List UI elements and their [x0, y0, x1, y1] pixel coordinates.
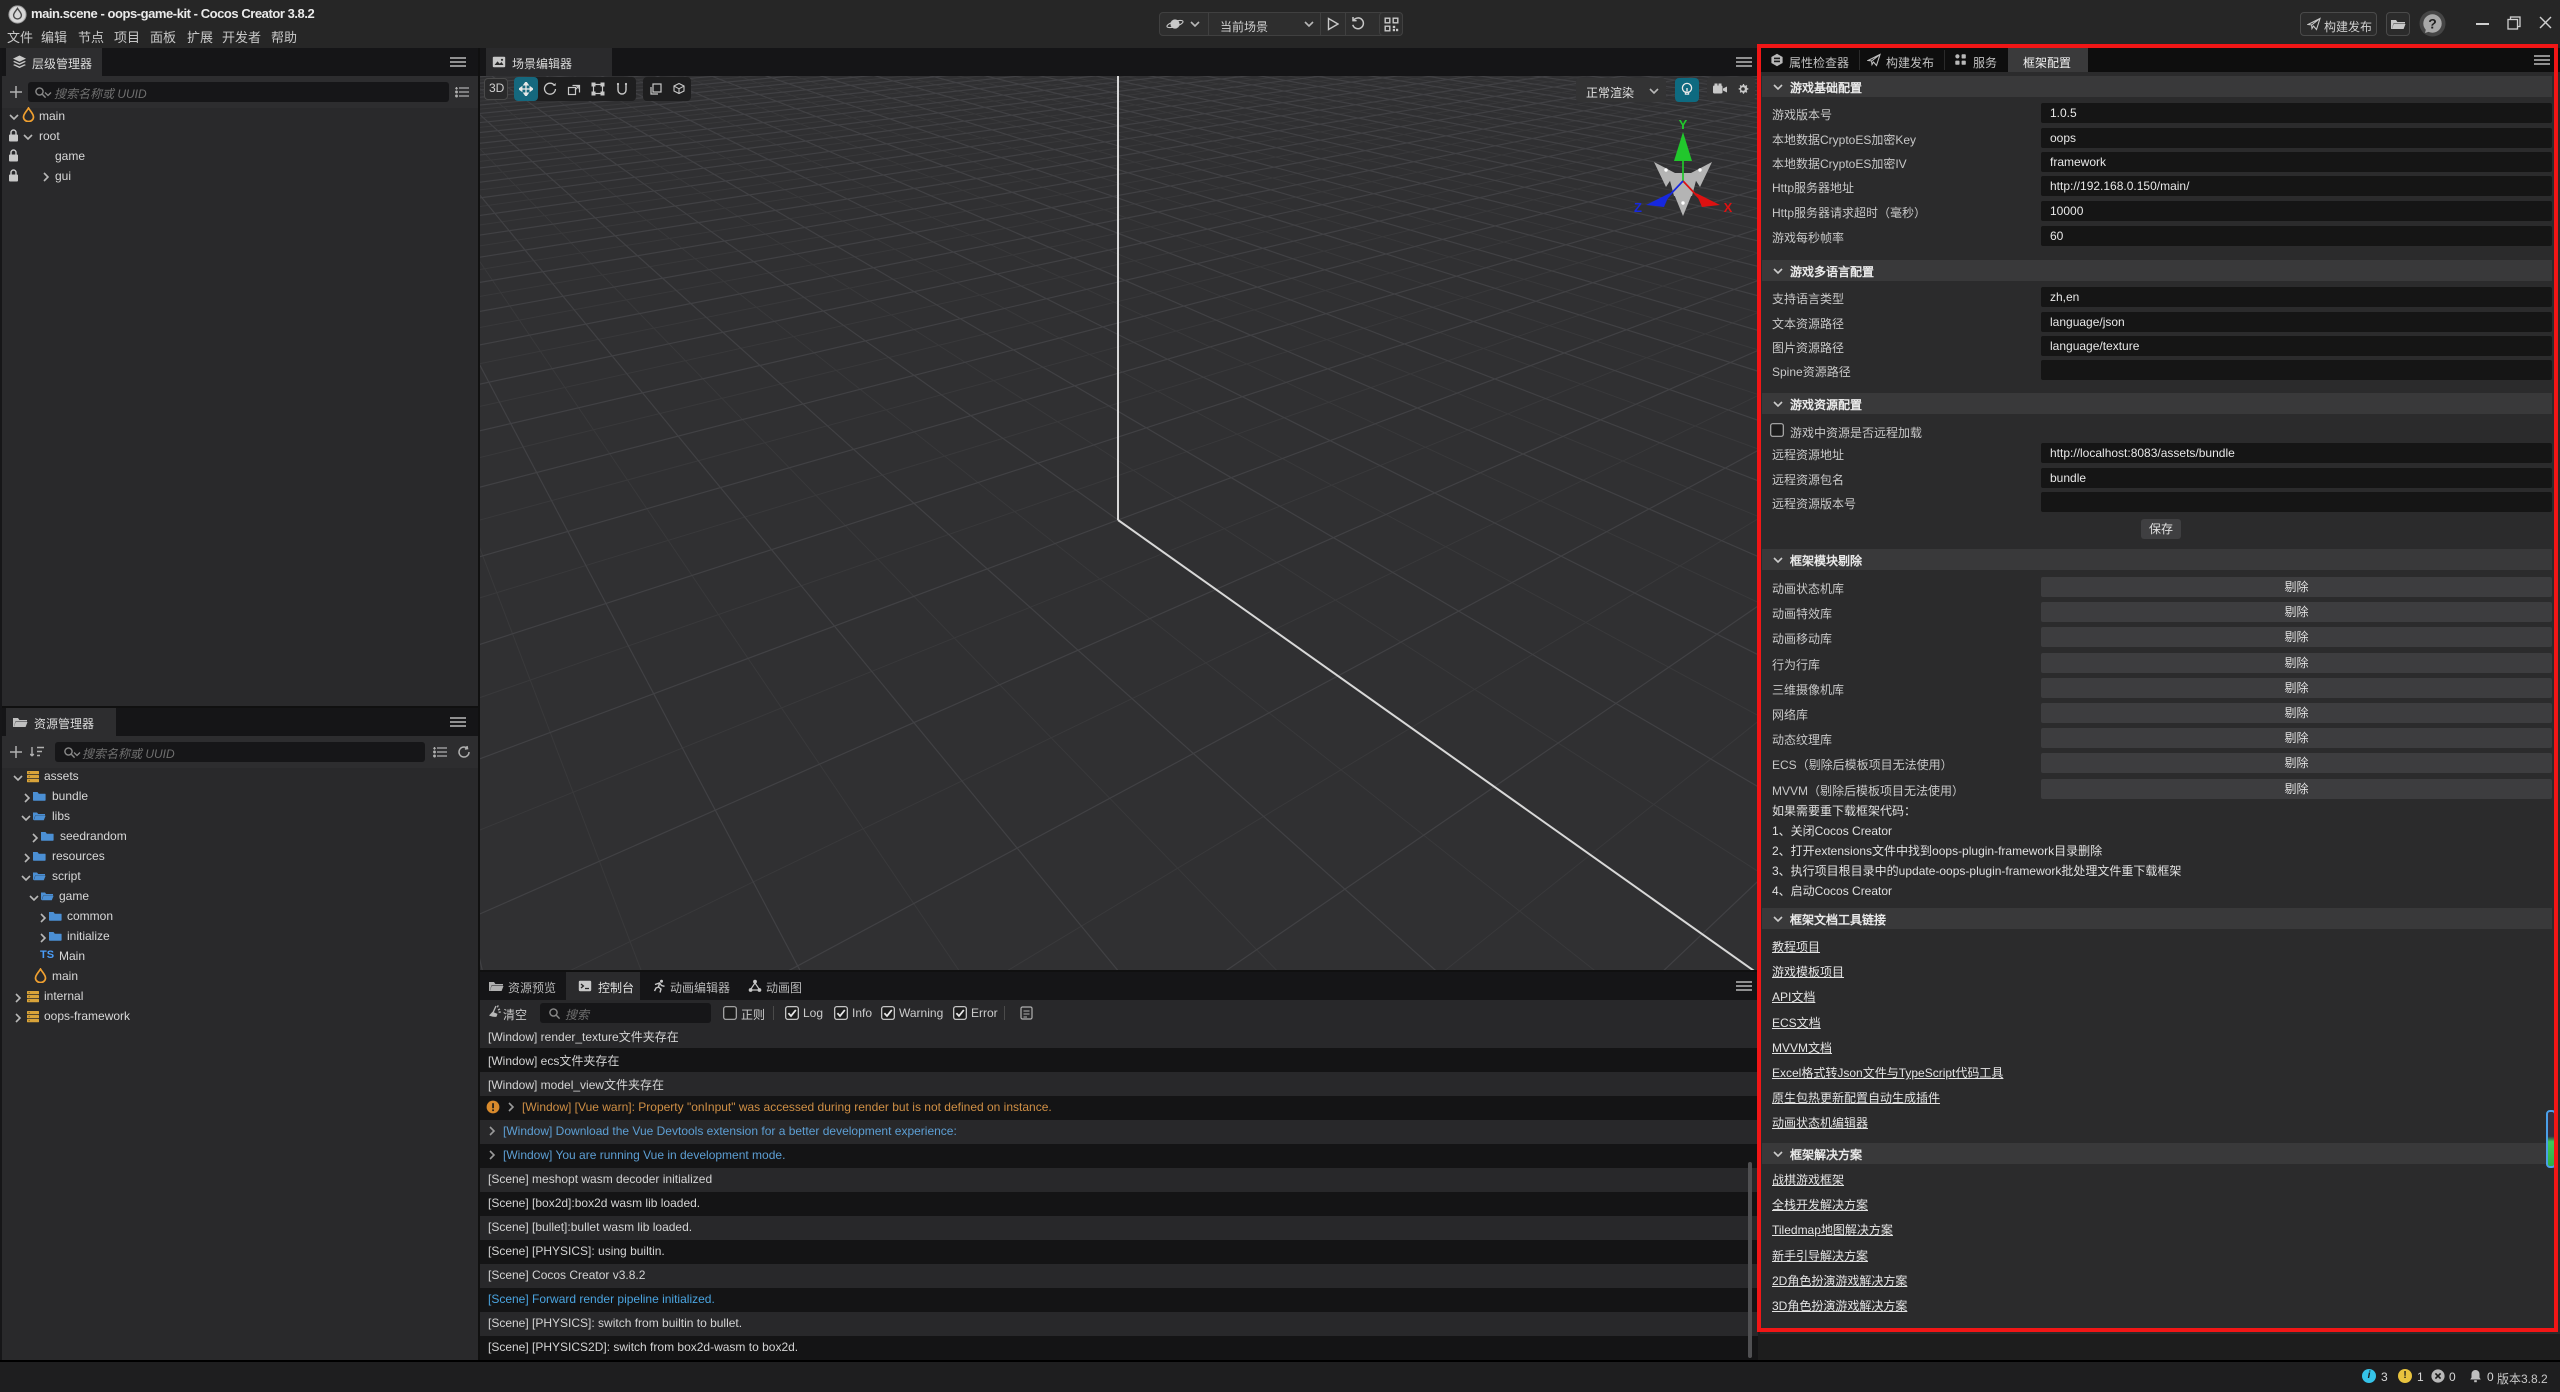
svg-text:X: X [1724, 200, 1733, 215]
svg-text:Z: Z [1634, 200, 1642, 215]
svg-text:Y: Y [1679, 118, 1688, 132]
svg-text:?: ? [2428, 15, 2437, 31]
